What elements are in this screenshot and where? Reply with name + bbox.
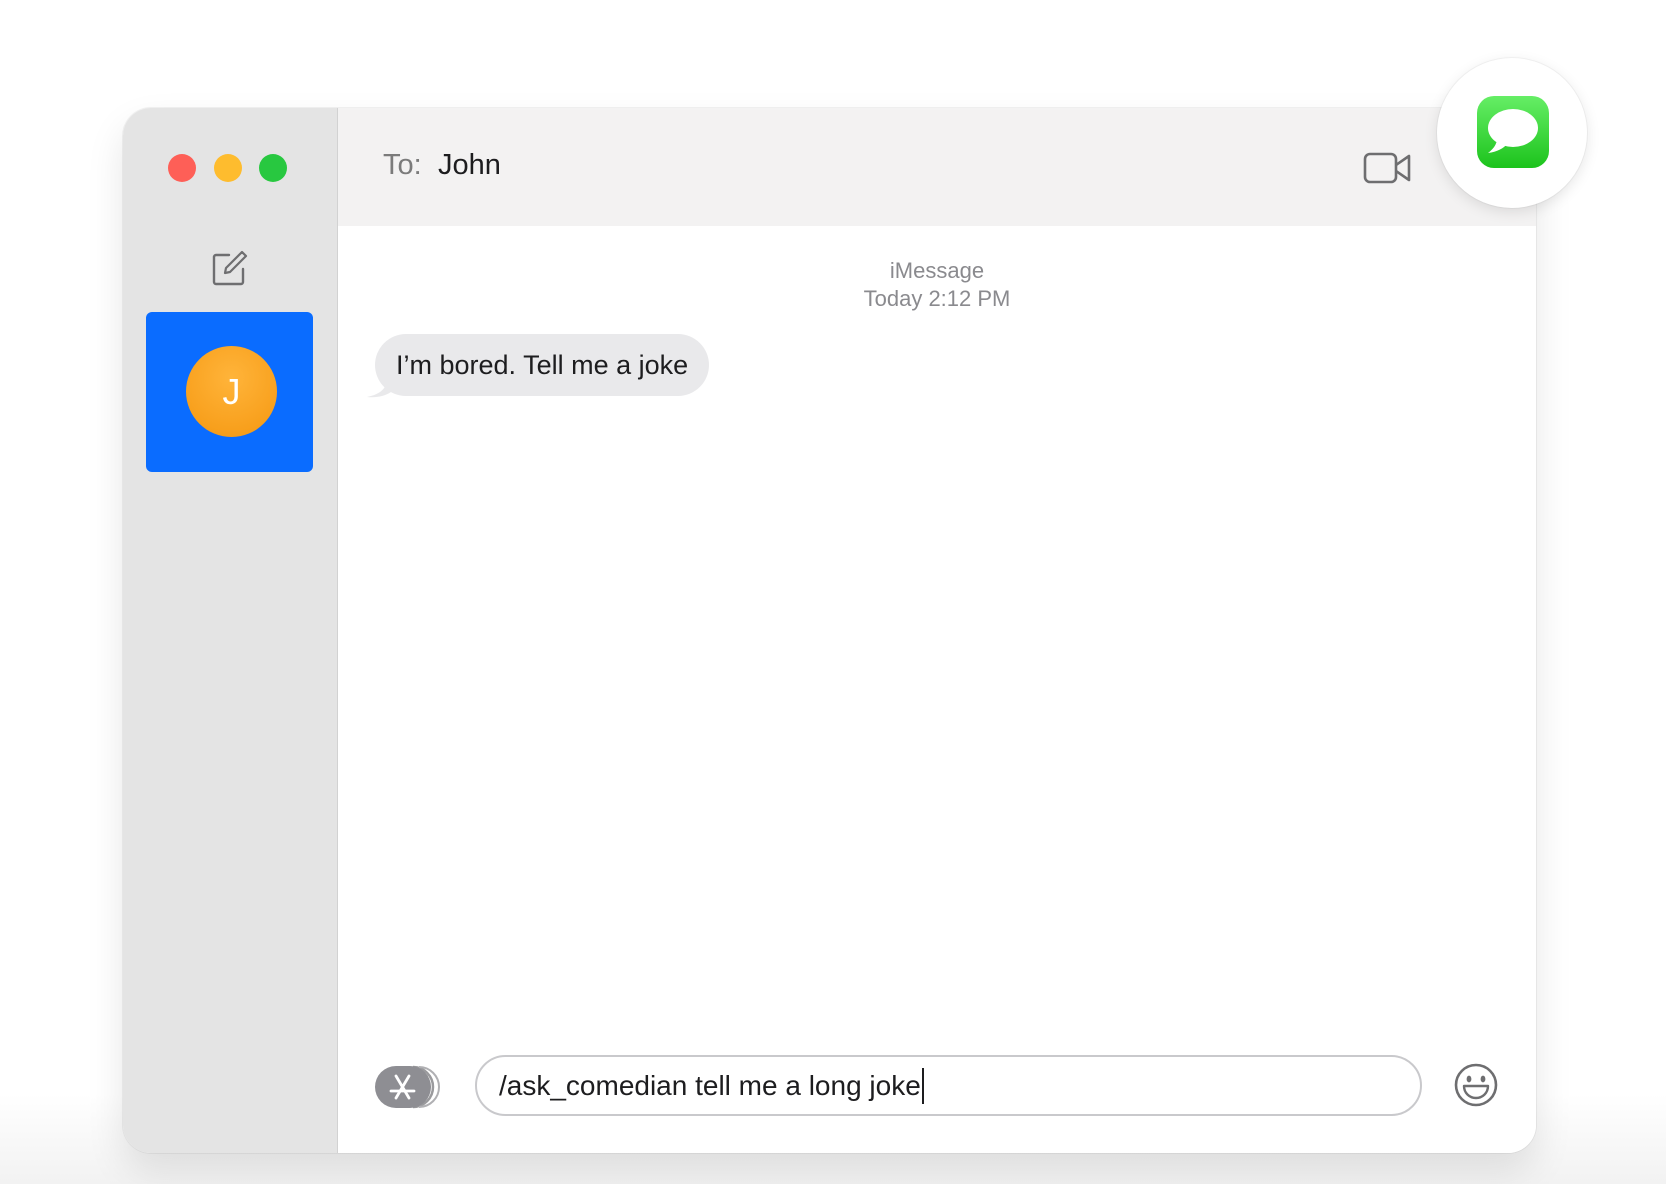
- close-button[interactable]: [168, 154, 196, 182]
- conversation-header: To: John: [338, 108, 1536, 226]
- service-label: iMessage: [889, 258, 985, 283]
- recipient-name[interactable]: John: [438, 149, 501, 182]
- conversation-item-john[interactable]: J: [146, 312, 313, 472]
- avatar: J: [186, 346, 277, 437]
- apps-button[interactable]: [373, 1064, 441, 1110]
- zoom-button[interactable]: [259, 154, 287, 182]
- emoji-icon: [1454, 1063, 1498, 1107]
- conversation-pane: To: John iMessage Today 2:12 PM I’m bore…: [338, 108, 1536, 1153]
- sidebar: J: [123, 108, 338, 1153]
- avatar-initial: J: [222, 370, 241, 412]
- facetime-video-button[interactable]: [1363, 150, 1413, 186]
- emoji-button[interactable]: [1453, 1062, 1499, 1108]
- messages-app-badge: [1437, 58, 1587, 208]
- message-text: I’m bored. Tell me a joke: [396, 349, 689, 380]
- messages-window: J To: John iMessage Today 2:12 PM I’m bo…: [123, 108, 1536, 1153]
- incoming-message-bubble[interactable]: I’m bored. Tell me a joke: [375, 334, 710, 396]
- minimize-button[interactable]: [214, 154, 242, 182]
- text-cursor: [921, 1067, 924, 1104]
- to-label: To:: [383, 149, 422, 181]
- compose-button[interactable]: [210, 250, 248, 288]
- message-timestamp: Today 2:12 PM: [863, 286, 1011, 311]
- speech-bubble-icon: [1488, 109, 1538, 153]
- messages-app-icon: [1477, 96, 1549, 168]
- video-camera-icon: [1363, 152, 1411, 184]
- app-store-icon: [375, 1065, 440, 1109]
- compose-icon: [212, 250, 248, 286]
- message-input[interactable]: /ask_comedian tell me a long joke: [475, 1055, 1422, 1116]
- message-input-text: /ask_comedian tell me a long joke: [499, 1069, 921, 1101]
